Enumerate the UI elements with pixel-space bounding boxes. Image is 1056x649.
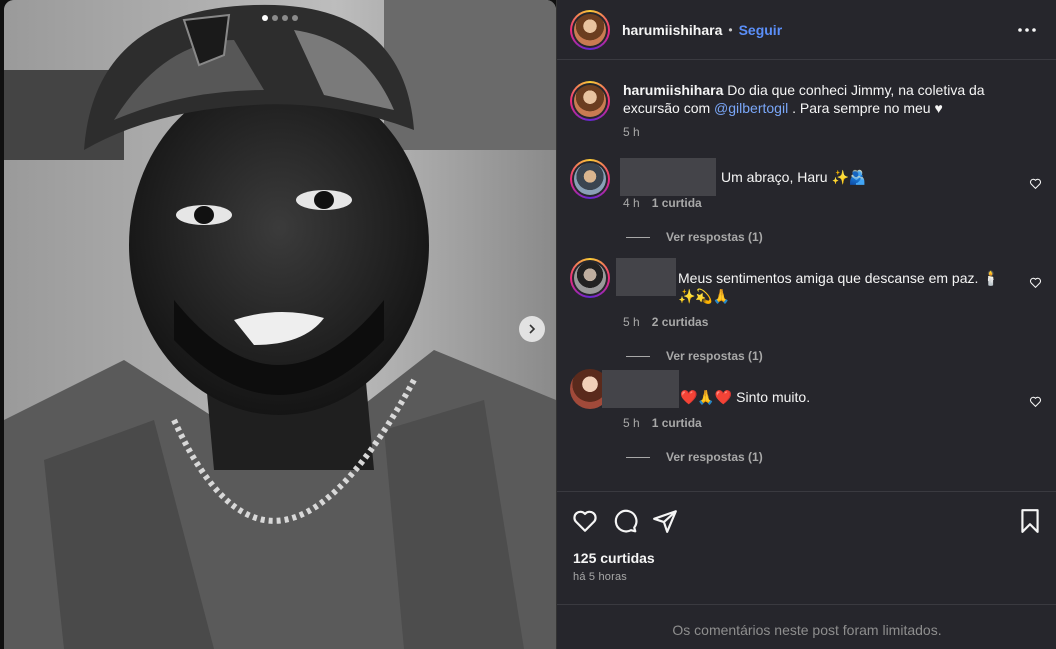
post-header: harumiishihara • Seguir bbox=[557, 0, 1056, 60]
chevron-right-icon bbox=[529, 324, 536, 334]
redacted-username bbox=[602, 370, 679, 408]
comment-likes[interactable]: 2 curtidas bbox=[652, 313, 709, 331]
view-replies-label: Ver respostas (1) bbox=[666, 230, 763, 244]
comment-time: 4 h bbox=[623, 196, 640, 210]
post-caption: harumiishihara Do dia que conheci Jimmy,… bbox=[570, 81, 1040, 141]
caption-mention[interactable]: @gilbertogil bbox=[714, 100, 788, 116]
comment-item: Um abraço, Haru ✨🫂 4 h 1 curtida Ver res… bbox=[570, 158, 1050, 244]
author-avatar[interactable] bbox=[570, 9, 610, 50]
heart-icon[interactable] bbox=[1029, 395, 1042, 408]
comment-likes[interactable]: 1 curtida bbox=[652, 194, 702, 212]
redacted-username bbox=[620, 158, 716, 196]
heart-icon[interactable] bbox=[1029, 177, 1042, 190]
separator-dot: • bbox=[728, 22, 733, 37]
heart-icon[interactable] bbox=[1029, 276, 1042, 289]
comment-item: ❤️🙏❤️ Sinto muito. 5 h 1 curtida Ver res… bbox=[570, 369, 1050, 464]
bookmark-icon[interactable] bbox=[1017, 508, 1043, 534]
view-replies-label: Ver respostas (1) bbox=[666, 349, 763, 363]
carousel-dot bbox=[272, 15, 278, 21]
comment-likes[interactable]: 1 curtida bbox=[652, 414, 702, 432]
caption-time: 5 h bbox=[623, 125, 640, 139]
comment-time: 5 h bbox=[623, 315, 640, 329]
post-media bbox=[0, 0, 556, 649]
carousel-dot bbox=[292, 15, 298, 21]
caption-text: harumiishihara Do dia que conheci Jimmy,… bbox=[623, 81, 1040, 141]
share-icon[interactable] bbox=[652, 508, 678, 534]
carousel-dot bbox=[282, 15, 288, 21]
commenter-avatar[interactable] bbox=[570, 159, 610, 199]
post-side-panel: harumiishihara • Seguir harumiishihara D… bbox=[556, 0, 1056, 649]
post-photo[interactable] bbox=[4, 0, 556, 649]
carousel-dot-active bbox=[262, 15, 268, 21]
comments-limited-notice: Os comentários neste post foram limitado… bbox=[672, 622, 942, 638]
comment-icon[interactable] bbox=[612, 508, 638, 534]
view-replies-label: Ver respostas (1) bbox=[666, 450, 763, 464]
comment-body: ❤️🙏❤️ Sinto muito. 5 h 1 curtida bbox=[602, 369, 1023, 432]
caption-body-end: . Para sempre no meu ♥ bbox=[788, 100, 943, 116]
comment-body: Um abraço, Haru ✨🫂 4 h 1 curtida bbox=[620, 158, 1023, 212]
comment-body: Meus sentimentos amiga que descanse em p… bbox=[616, 258, 1023, 331]
view-replies-button[interactable]: Ver respostas (1) bbox=[626, 349, 1050, 363]
author-username[interactable]: harumiishihara bbox=[622, 22, 722, 38]
heart-icon[interactable] bbox=[572, 508, 598, 534]
divider bbox=[557, 604, 1056, 605]
comment-time: 5 h bbox=[623, 416, 640, 430]
caption-avatar[interactable] bbox=[570, 81, 610, 121]
more-options-icon[interactable] bbox=[1017, 20, 1037, 40]
likes-count[interactable]: 125 curtidas bbox=[573, 550, 655, 566]
comment-item: Meus sentimentos amiga que descanse em p… bbox=[570, 258, 1050, 363]
comment-text: Meus sentimentos amiga que descanse em p… bbox=[678, 270, 1000, 304]
post-time: há 5 horas bbox=[573, 571, 627, 583]
comment-text: ❤️🙏❤️ Sinto muito. bbox=[680, 389, 811, 405]
view-replies-button[interactable]: Ver respostas (1) bbox=[626, 450, 1050, 464]
follow-button[interactable]: Seguir bbox=[739, 22, 783, 38]
caption-username[interactable]: harumiishihara bbox=[623, 82, 723, 98]
photo-illustration bbox=[4, 0, 556, 649]
commenter-avatar[interactable] bbox=[570, 258, 610, 298]
post-actions: 125 curtidas há 5 horas Os comentários n… bbox=[557, 491, 1056, 649]
view-replies-button[interactable]: Ver respostas (1) bbox=[626, 230, 1050, 244]
redacted-username bbox=[616, 258, 676, 296]
next-photo-button[interactable] bbox=[519, 316, 545, 342]
comments-list[interactable]: harumiishihara Do dia que conheci Jimmy,… bbox=[557, 61, 1056, 491]
carousel-indicator bbox=[262, 15, 298, 21]
